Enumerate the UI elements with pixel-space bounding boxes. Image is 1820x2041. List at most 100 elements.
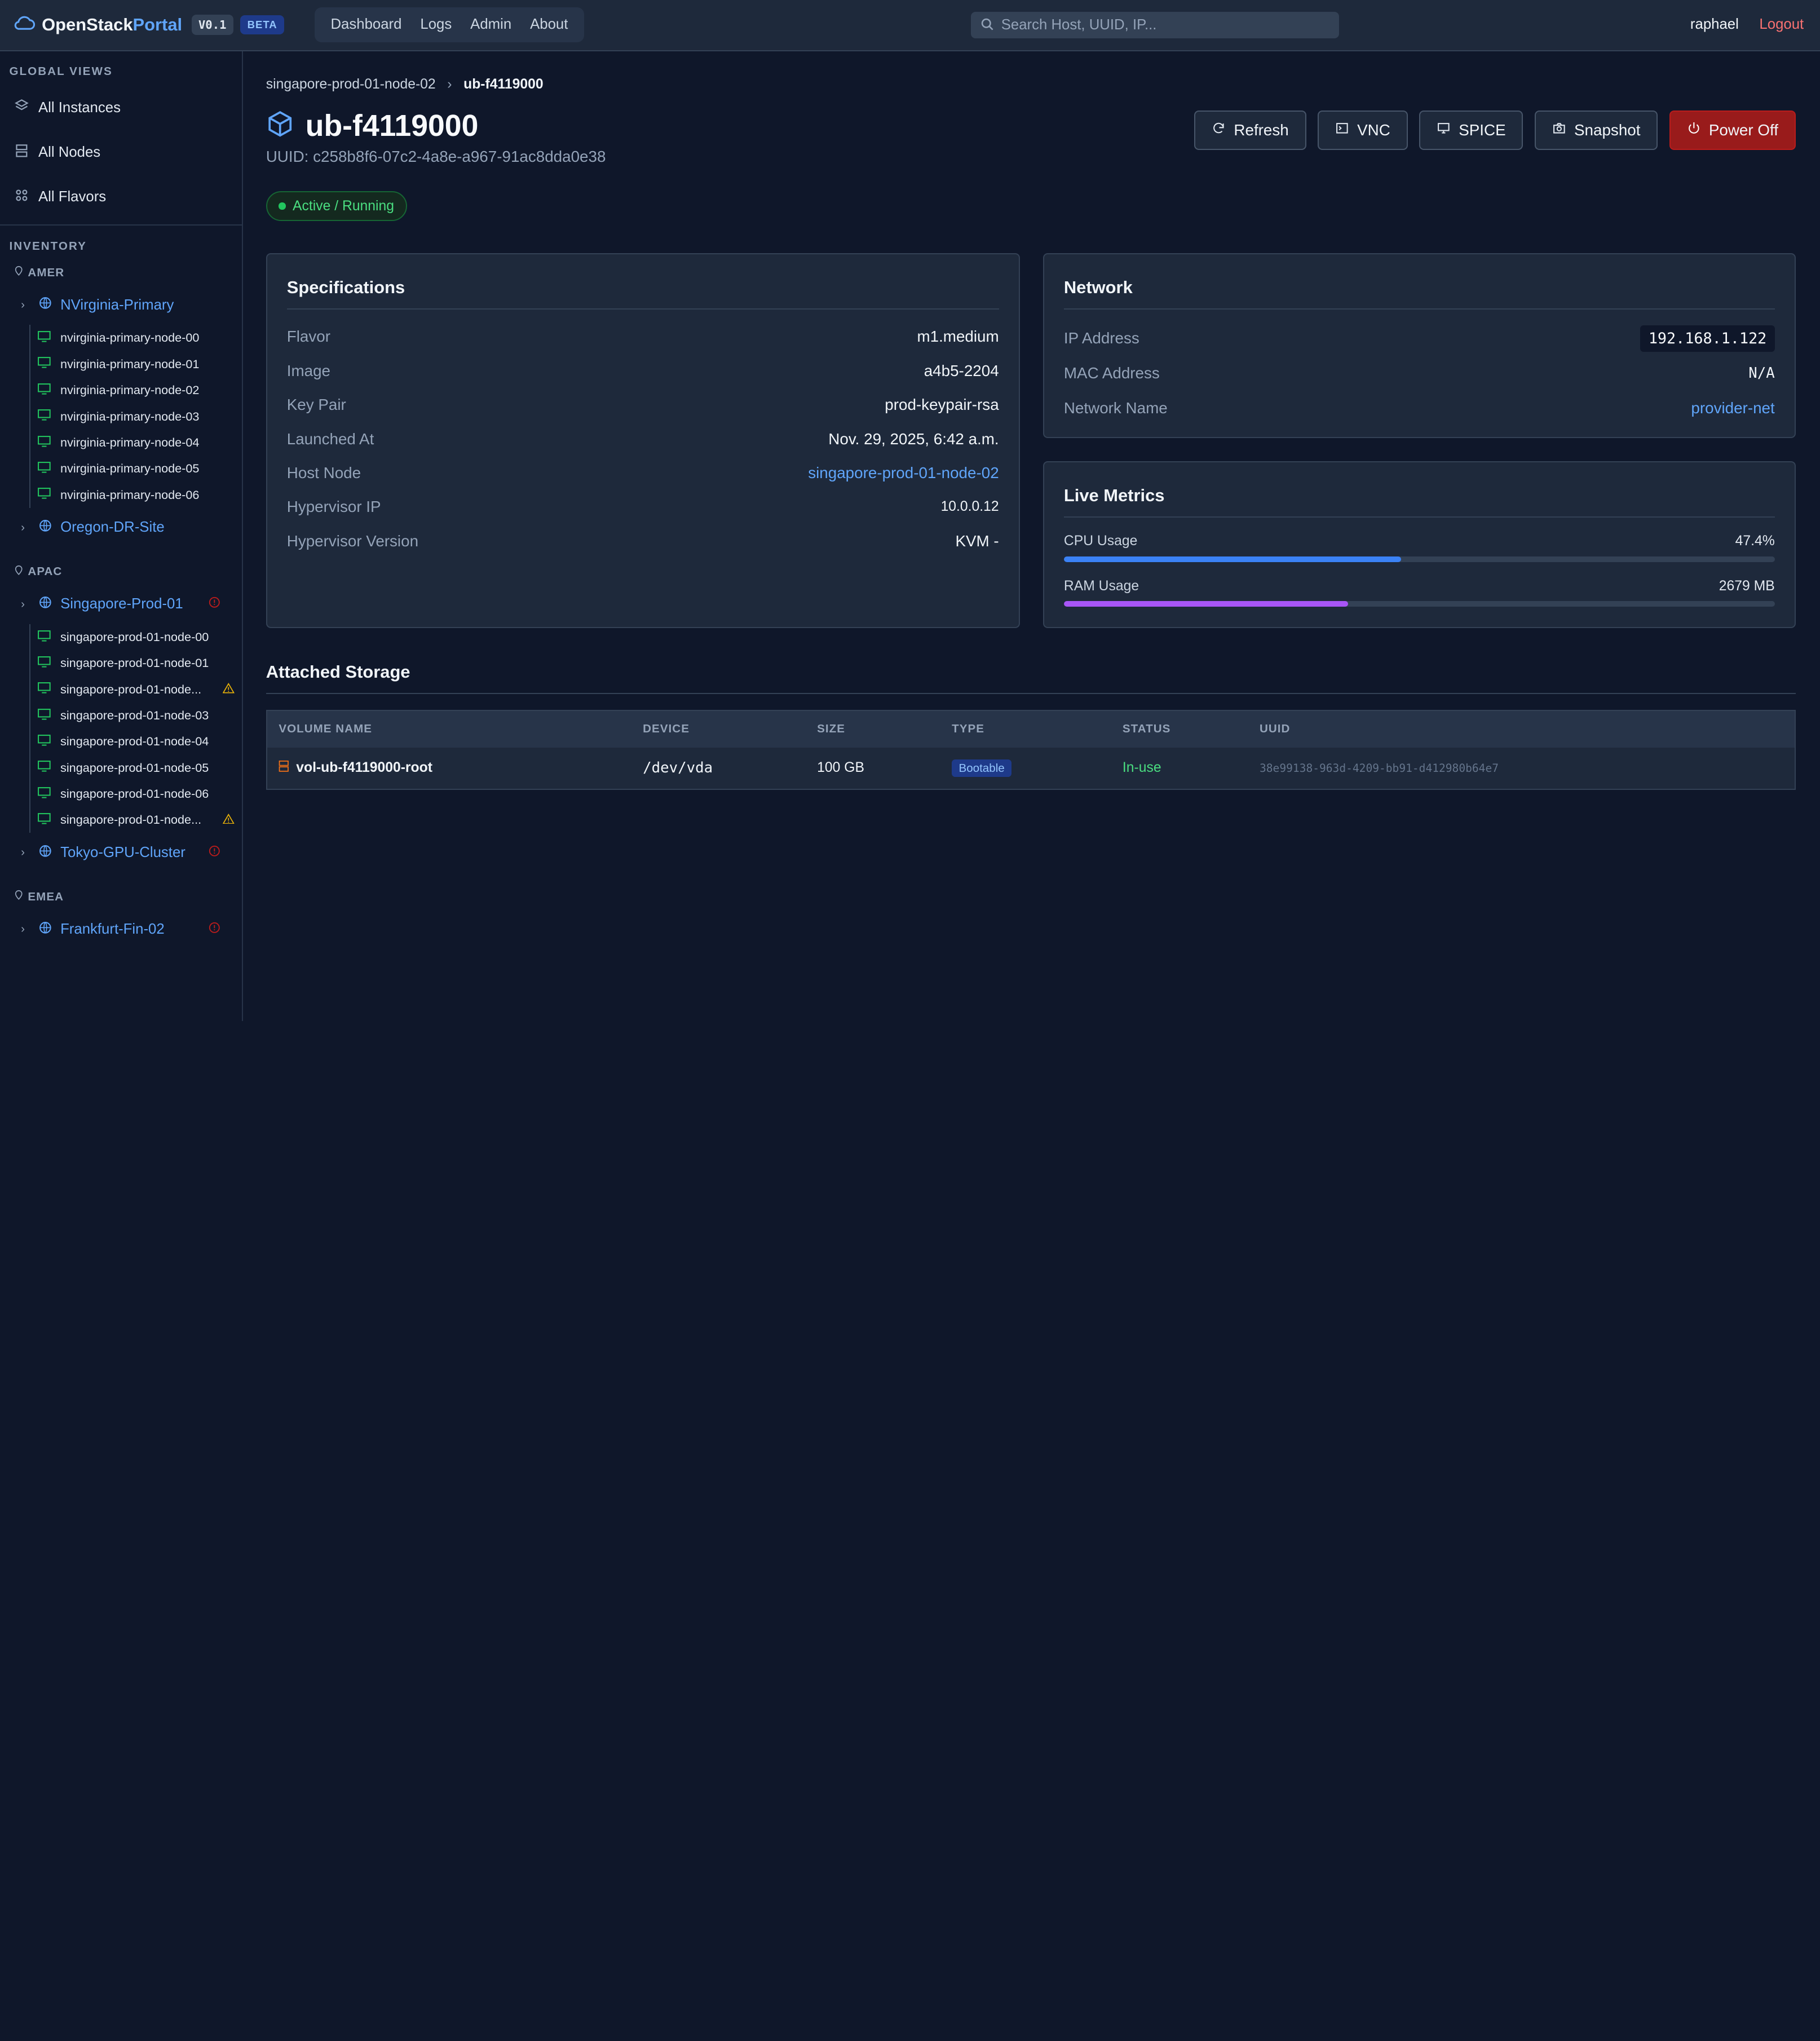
spec-value[interactable]: singapore-prod-01-node-02 — [808, 464, 999, 482]
node-item[interactable]: nvirginia-primary-node-05 — [37, 456, 235, 481]
chevron-right-icon[interactable]: › — [21, 521, 30, 534]
col-size: SIZE — [817, 722, 846, 736]
chevron-right-icon[interactable]: › — [21, 846, 30, 859]
refresh-label: Refresh — [1234, 121, 1289, 139]
site-label: Singapore-Prod-01 — [60, 596, 183, 612]
main-content: singapore-prod-01-node-02 › ub-f4119000 … — [266, 51, 1796, 790]
live-metrics-card: Live Metrics CPU Usage 47.4% RAM Usage 267… — [1042, 461, 1796, 629]
power-off-button[interactable]: Power Off — [1669, 110, 1796, 150]
nav-logs[interactable]: Logs — [411, 7, 461, 42]
nav-admin[interactable]: Admin — [461, 7, 521, 42]
cloud-icon — [14, 15, 35, 36]
node-item[interactable]: singapore-prod-01-node-00 — [37, 624, 235, 650]
monitor-icon — [37, 629, 51, 646]
region-emea: EMEA — [0, 884, 242, 909]
volume-status: In-use — [1111, 747, 1248, 789]
table-row[interactable]: vol-ub-f4119000-root /dev/vda 100 GB Boo… — [266, 747, 1795, 789]
spec-row: Hypervisor Version KVM - — [287, 524, 999, 558]
node-item[interactable]: singapore-prod-01-node... — [37, 676, 235, 702]
alert-circle-icon — [208, 845, 221, 862]
volume-name[interactable]: vol-ub-f4119000-root — [296, 760, 432, 775]
sidebar-item-all-instances[interactable]: All Instances — [0, 86, 242, 130]
node-item[interactable]: singapore-prod-01-node-05 — [37, 754, 235, 780]
col-uuid: UUID — [1260, 722, 1291, 736]
sidebar-item-label: All Flavors — [38, 189, 107, 205]
node-item[interactable]: singapore-prod-01-node... — [37, 807, 235, 833]
globe-icon — [38, 296, 52, 314]
site-oregon-dr-site[interactable]: › Oregon-DR-Site — [0, 508, 242, 547]
site-label: NVirginia-Primary — [60, 297, 174, 313]
snapshot-button[interactable]: Snapshot — [1535, 110, 1658, 150]
spec-value: KVM - — [955, 532, 999, 550]
inventory-tree: AMER › NVirginia-Primary nvirginia-primary-… — [0, 260, 242, 949]
cpu-progress-bar — [1063, 556, 1775, 562]
nav-about[interactable]: About — [521, 7, 577, 42]
site-tokyo-gpu-cluster[interactable]: › Tokyo-GPU-Cluster — [0, 833, 242, 872]
node-item[interactable]: nvirginia-primary-node-00 — [37, 325, 235, 351]
nav-dashboard[interactable]: Dashboard — [321, 7, 411, 42]
spec-value: Nov. 29, 2025, 6:42 a.m. — [828, 430, 999, 448]
status-text: Active / Running — [293, 198, 395, 214]
breadcrumb-parent[interactable]: singapore-prod-01-node-02 — [266, 77, 436, 92]
spec-row: Image a4b5-2204 — [287, 354, 999, 388]
spec-value: m1.medium — [917, 328, 999, 346]
chevron-right-icon[interactable]: › — [21, 298, 30, 312]
sidebar-item-all-flavors[interactable]: All Flavors — [0, 175, 242, 219]
node-label: nvirginia-primary-node-04 — [60, 435, 200, 449]
node-item[interactable]: nvirginia-primary-node-06 — [37, 481, 235, 507]
refresh-icon — [1212, 121, 1226, 139]
username[interactable]: raphael — [1690, 16, 1739, 33]
node-item[interactable]: nvirginia-primary-node-02 — [37, 377, 235, 403]
spec-key: Flavor — [286, 328, 330, 346]
region-label: AMER — [28, 266, 65, 279]
node-label: nvirginia-primary-node-06 — [60, 487, 200, 502]
search-box — [971, 11, 1340, 38]
beta-badge: BETA — [240, 15, 285, 35]
alert-circle-icon — [208, 921, 221, 938]
ip-value[interactable]: 192.168.1.122 — [1640, 325, 1775, 352]
col-status: STATUS — [1122, 722, 1171, 736]
spice-button[interactable]: SPICE — [1419, 110, 1523, 150]
node-item[interactable]: singapore-prod-01-node-06 — [37, 781, 235, 807]
brand-accent: Portal — [132, 15, 183, 35]
map-pin-icon — [14, 565, 23, 579]
power-off-label: Power Off — [1708, 121, 1778, 139]
logout-link[interactable]: Logout — [1759, 16, 1804, 33]
region-label: EMEA — [28, 890, 64, 903]
spec-rows: Flavor m1.medium Image a4b5-2204 Key Pair pro… — [287, 310, 999, 558]
network-name-link[interactable]: provider-net — [1691, 399, 1774, 417]
node-item[interactable]: singapore-prod-01-node-01 — [37, 650, 235, 676]
chevron-right-icon[interactable]: › — [21, 598, 30, 611]
site-nvirginia-primary[interactable]: › NVirginia-Primary — [0, 285, 242, 325]
storage-table: VOLUME NAME DEVICE SIZE TYPE STATUS UUID… — [266, 709, 1796, 790]
sidebar-divider — [0, 224, 242, 226]
chevron-right-icon[interactable]: › — [21, 922, 30, 936]
status-badge: Active / Running — [266, 191, 407, 221]
network-name-row: Network Name provider-net — [1064, 391, 1775, 426]
site-frankfurt-fin-02[interactable]: › Frankfurt-Fin-02 — [0, 909, 242, 949]
search-input[interactable] — [1001, 16, 1330, 33]
node-label: nvirginia-primary-node-03 — [60, 409, 200, 423]
site-singapore-prod-01[interactable]: › Singapore-Prod-01 — [0, 585, 242, 624]
globe-icon — [38, 844, 52, 862]
chevron-right-icon: › — [447, 76, 452, 92]
vnc-button[interactable]: VNC — [1318, 110, 1408, 150]
node-item[interactable]: singapore-prod-01-node-04 — [37, 728, 235, 754]
monitor-icon — [37, 487, 51, 503]
app-root: OpenStack Portal V0.1 BETA Dashboard Logs… — [0, 0, 1820, 1021]
snapshot-label: Snapshot — [1574, 121, 1641, 139]
monitor-icon — [37, 786, 51, 802]
node-item[interactable]: nvirginia-primary-node-03 — [37, 403, 235, 429]
refresh-button[interactable]: Refresh — [1194, 110, 1306, 150]
brand-logo[interactable]: OpenStack Portal — [14, 15, 182, 36]
ram-progress-fill — [1063, 601, 1349, 607]
grid-icon — [14, 188, 29, 207]
monitor-icon — [37, 708, 51, 724]
node-label: singapore-prod-01-node-04 — [60, 734, 209, 749]
sidebar-item-all-nodes[interactable]: All Nodes — [0, 130, 242, 175]
site-label: Oregon-DR-Site — [60, 519, 165, 536]
node-item[interactable]: nvirginia-primary-node-04 — [37, 430, 235, 456]
node-item[interactable]: nvirginia-primary-node-01 — [37, 351, 235, 377]
node-item[interactable]: singapore-prod-01-node-03 — [37, 703, 235, 728]
mac-row: MAC Address N/A — [1064, 356, 1775, 391]
